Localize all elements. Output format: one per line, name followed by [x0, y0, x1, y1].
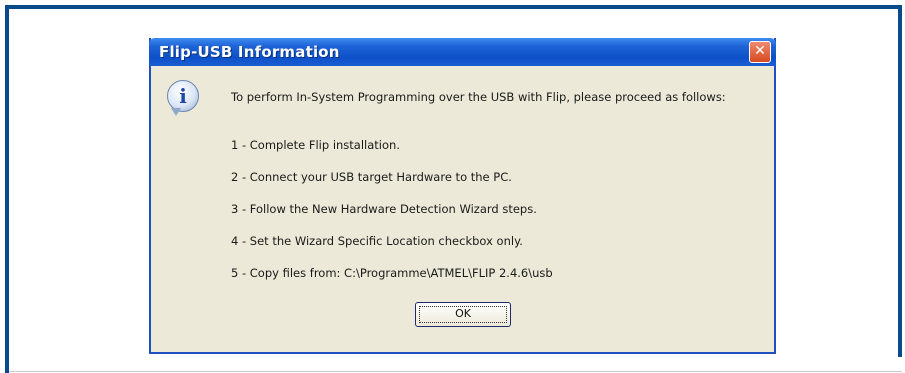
frame-right-border — [898, 5, 902, 357]
dialog-titlebar[interactable]: Flip-USB Information ✕ — [149, 38, 776, 66]
step-3-text: 3 - Follow the New Hardware Detection Wi… — [231, 202, 537, 216]
ok-focus-rect — [419, 306, 507, 323]
frame-top-border — [5, 5, 902, 9]
frame-left-border — [5, 5, 9, 373]
close-icon: ✕ — [754, 43, 766, 59]
step-1-text: 1 - Complete Flip installation. — [231, 138, 400, 152]
flip-usb-information-dialog: Flip-USB Information ✕ i To perform In-S… — [149, 38, 776, 354]
step-4-text: 4 - Set the Wizard Specific Location che… — [231, 234, 523, 248]
step-5-text: 5 - Copy files from: C:\Programme\ATMEL\… — [231, 266, 553, 280]
step-2-text: 2 - Connect your USB target Hardware to … — [231, 170, 512, 184]
info-icon-tail — [171, 108, 181, 116]
intro-text: To perform In-System Programming over th… — [231, 90, 726, 104]
dialog-title: Flip-USB Information — [159, 43, 340, 61]
close-button[interactable]: ✕ — [749, 41, 771, 63]
frame-bottom-border — [9, 371, 902, 372]
ok-button[interactable]: OK — [415, 302, 511, 327]
